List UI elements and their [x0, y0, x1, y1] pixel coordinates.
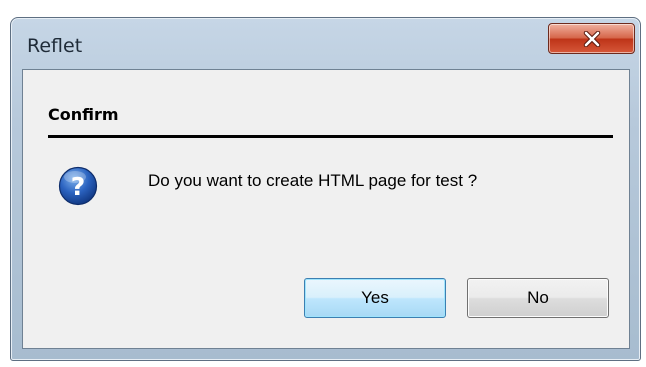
heading-divider: [48, 135, 613, 138]
yes-button[interactable]: Yes: [304, 278, 446, 318]
close-icon: [549, 24, 634, 53]
question-icon: ?: [58, 166, 98, 206]
close-button[interactable]: [548, 23, 635, 54]
window-title: Reflet: [27, 35, 83, 57]
confirm-message: Do you want to create HTML page for test…: [148, 171, 478, 190]
title-bar[interactable]: Reflet: [11, 18, 640, 68]
confirm-heading: Confirm: [48, 105, 119, 124]
svg-text:?: ?: [71, 172, 86, 201]
no-button[interactable]: No: [467, 278, 609, 318]
